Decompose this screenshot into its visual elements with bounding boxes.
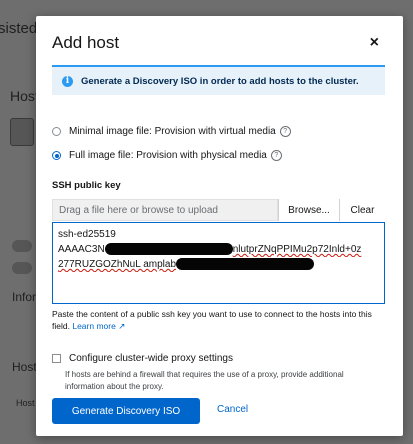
bg-host-heading: Host [12,360,37,374]
radio-label: Minimal image file: Provision with virtu… [69,126,276,137]
ssh-line-2-start: AAAAC3N [58,244,105,255]
radio-full-image[interactable]: Full image file: Provision with physical… [52,150,282,161]
radio-button[interactable] [52,151,61,160]
ssh-line-3-start: 277RUZGOZhNuL amplab [58,259,177,270]
redaction-bar [104,243,233,256]
bg-toggle [12,240,32,252]
ssh-line-1: ssh-ed25519 [58,229,116,240]
clear-button[interactable]: Clear [339,199,385,221]
proxy-checkbox-row[interactable]: Configure cluster-wide proxy settings [52,353,233,364]
close-icon[interactable]: × [370,34,379,52]
proxy-checkbox-label: Configure cluster-wide proxy settings [69,353,233,364]
bg-tab: Host [16,398,35,408]
ssh-helper-text: Paste the content of a public ssh key yo… [52,308,385,332]
proxy-description: If hosts are behind a firewall that requ… [65,370,344,391]
learn-more-label: Learn more [72,321,116,331]
redaction-bar [176,258,315,271]
ssh-line-2: AAAAC3N nlutprZNqPPIMu2p72Inld+0z [58,242,379,257]
ssh-key-label: SSH public key [52,180,121,191]
ssh-file-upload: Drag a file here or browse to upload Bro… [52,199,385,221]
ssh-line-2-end: nlutprZNqPPIMu2p72Inld+0z [232,244,362,255]
bg-page-title: sisted [0,20,38,37]
radio-label: Full image file: Provision with physical… [69,150,267,161]
learn-more-link[interactable]: Learn more ↗ [72,321,125,331]
alert-text: Generate a Discovery ISO in order to add… [81,75,359,87]
info-alert: i Generate a Discovery ISO in order to a… [52,65,385,95]
generate-discovery-iso-button[interactable]: Generate Discovery ISO [52,398,200,424]
bg-button [10,118,34,146]
help-icon[interactable]: ? [279,126,291,137]
add-host-modal: Add host × i Generate a Discovery ISO in… [36,16,403,436]
bg-toggle [12,262,32,274]
help-icon[interactable]: ? [270,150,282,161]
radio-button[interactable] [52,127,61,136]
proxy-checkbox[interactable] [52,354,61,363]
ssh-line-3: 277RUZGOZhNuL amplab [58,257,379,272]
upload-drop-zone[interactable]: Drag a file here or browse to upload [52,199,278,221]
ssh-key-textarea[interactable]: ssh-ed25519 AAAAC3N nlutprZNqPPIMu2p72Inl… [52,222,385,304]
info-icon: i [62,75,73,87]
cancel-button[interactable]: Cancel [217,404,248,415]
bg-info-heading: Infor [12,290,37,304]
external-link-icon: ↗ [118,321,126,331]
bg-hosts-heading: Host [10,88,39,104]
modal-title: Add host [52,33,120,52]
browse-button[interactable]: Browse... [278,199,339,221]
radio-minimal-image[interactable]: Minimal image file: Provision with virtu… [52,126,291,137]
